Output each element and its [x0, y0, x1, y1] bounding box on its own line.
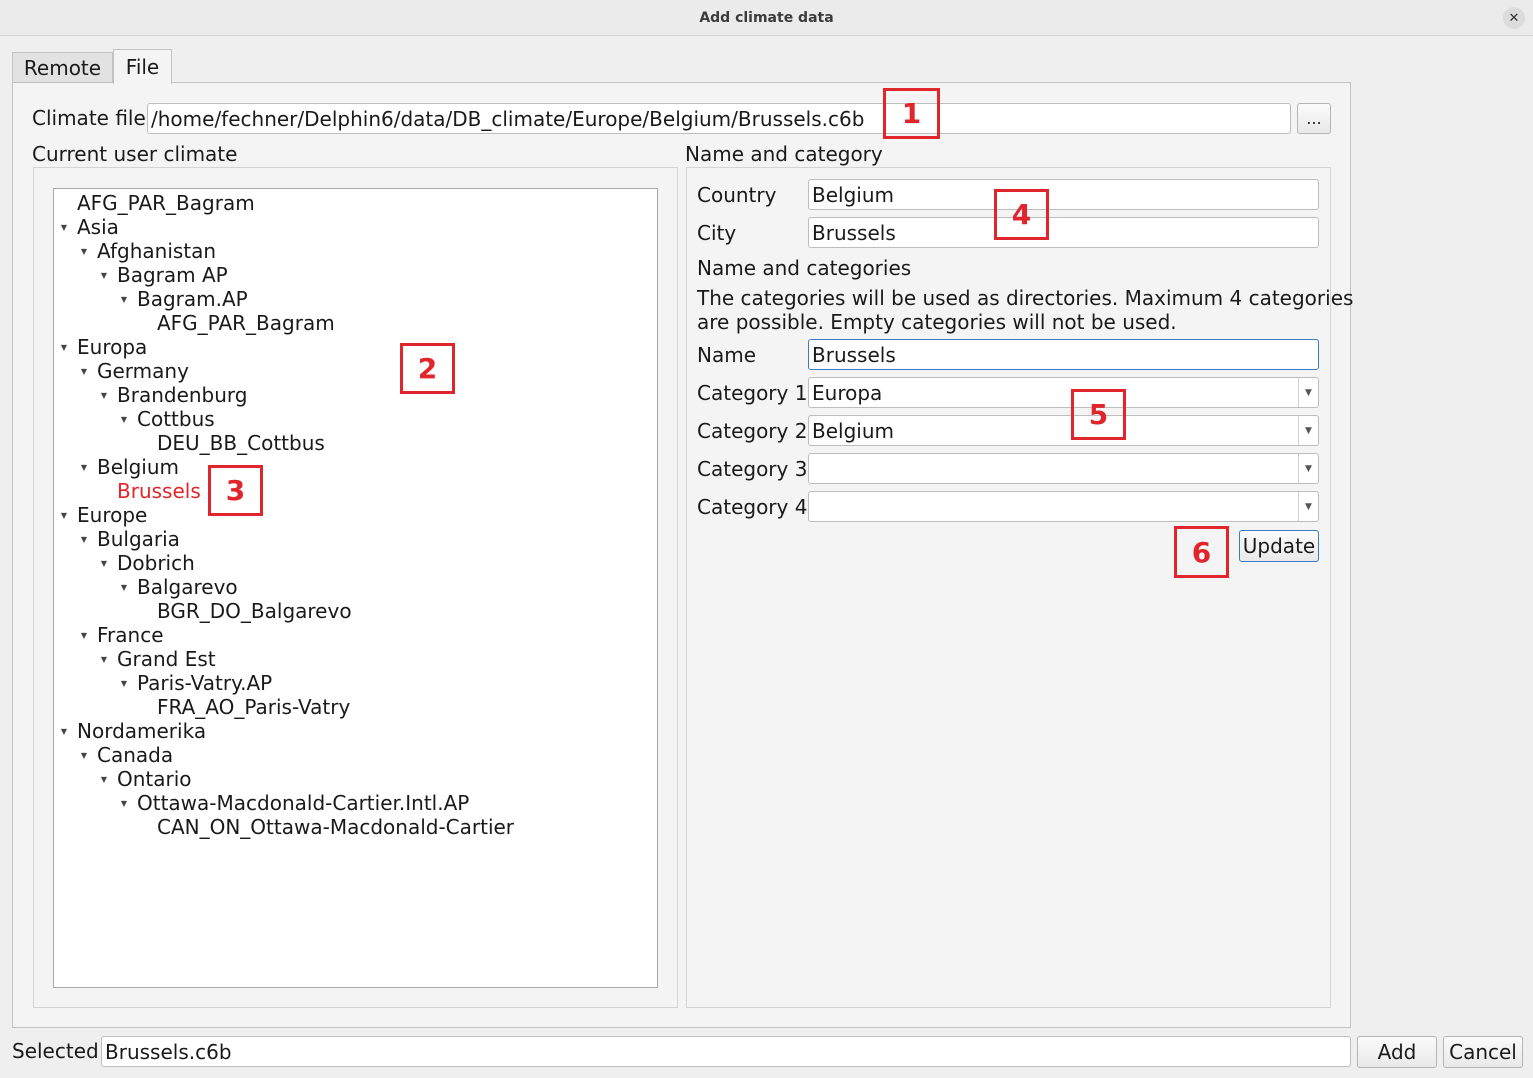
- tree-item-label: Nordamerika: [77, 719, 207, 743]
- city-label: City: [697, 221, 737, 245]
- country-label: Country: [697, 183, 777, 207]
- browse-button[interactable]: ...: [1297, 103, 1331, 134]
- tree-item-label: Bagram.AP: [137, 287, 248, 311]
- name-category-heading: Name and category: [685, 142, 883, 166]
- city-field[interactable]: Brussels: [808, 217, 1319, 248]
- tree-item-label: Canada: [97, 743, 174, 767]
- callout-4: 4: [994, 189, 1049, 240]
- chevron-down-icon[interactable]: ▼: [1298, 454, 1318, 483]
- chevron-down-icon[interactable]: ▼: [1298, 416, 1318, 445]
- selected-file-field[interactable]: Brussels.c6b: [101, 1036, 1351, 1067]
- name-field[interactable]: Brussels: [808, 339, 1319, 370]
- add-button[interactable]: Add: [1357, 1036, 1437, 1068]
- selected-label: Selected: [12, 1039, 99, 1063]
- tree-item-label: Dobrich: [117, 551, 195, 575]
- expand-arrow-icon[interactable]: ▼: [58, 511, 70, 520]
- tree-item-label: Grand Est: [117, 647, 216, 671]
- climate-file-input[interactable]: /home/fechner/Delphin6/data/DB_climate/E…: [147, 103, 1291, 134]
- description-line-1: The categories will be used as directori…: [697, 286, 1354, 310]
- callout-3: 3: [208, 465, 263, 516]
- expand-arrow-icon[interactable]: ▼: [98, 775, 110, 784]
- tree-item-label: Brandenburg: [117, 383, 248, 407]
- tree-item-label: CAN_ON_Ottawa-Macdonald-Cartier: [157, 815, 515, 839]
- update-button[interactable]: Update: [1239, 530, 1319, 562]
- tab-remote[interactable]: Remote: [12, 52, 113, 83]
- expand-arrow-icon[interactable]: ▼: [78, 631, 90, 640]
- climate-file-label: Climate file: [32, 106, 146, 130]
- expand-arrow-icon[interactable]: ▼: [118, 295, 130, 304]
- callout-5: 5: [1071, 389, 1126, 440]
- expand-arrow-icon[interactable]: ▼: [98, 271, 110, 280]
- tree-item-label: France: [97, 623, 164, 647]
- category-2-label: Category 2: [697, 419, 808, 443]
- expand-arrow-icon[interactable]: ▼: [78, 463, 90, 472]
- category-4-label: Category 4: [697, 495, 808, 519]
- tree-item-label: Cottbus: [137, 407, 215, 431]
- tree-item-label: Bagram AP: [117, 263, 228, 287]
- tab-file[interactable]: File: [113, 49, 172, 84]
- callout-6: 6: [1174, 526, 1229, 578]
- tree-item-label: Bulgaria: [97, 527, 180, 551]
- name-label: Name: [697, 343, 757, 367]
- expand-arrow-icon[interactable]: ▼: [78, 535, 90, 544]
- expand-arrow-icon[interactable]: ▼: [98, 559, 110, 568]
- chevron-down-icon[interactable]: ▼: [1298, 492, 1318, 521]
- category-2-select[interactable]: Belgium ▼: [808, 415, 1319, 446]
- tree-item-label: AFG_PAR_Bagram: [157, 311, 335, 335]
- categories-description: The categories will be used as directori…: [697, 286, 1354, 334]
- expand-arrow-icon[interactable]: ▼: [118, 679, 130, 688]
- expand-arrow-icon[interactable]: ▼: [78, 751, 90, 760]
- tree-item-label: Brussels: [117, 479, 201, 503]
- description-line-2: are possible. Empty categories will not …: [697, 310, 1177, 334]
- expand-arrow-icon[interactable]: ▼: [118, 583, 130, 592]
- category-3-select[interactable]: ▼: [808, 453, 1319, 484]
- category-3-label: Category 3: [697, 457, 808, 481]
- tree-item-label: DEU_BB_Cottbus: [157, 431, 325, 455]
- tree-item-label: Paris-Vatry.AP: [137, 671, 273, 695]
- title-bar: Add climate data ✕: [0, 0, 1533, 36]
- tree-item-label: Balgarevo: [137, 575, 238, 599]
- category-4-select[interactable]: ▼: [808, 491, 1319, 522]
- category-2-value: Belgium: [812, 418, 894, 443]
- callout-2: 2: [400, 343, 455, 394]
- expand-arrow-icon[interactable]: ▼: [58, 223, 70, 232]
- expand-arrow-icon[interactable]: ▼: [78, 367, 90, 376]
- country-field[interactable]: Belgium: [808, 179, 1319, 210]
- tree-item-label: FRA_AO_Paris-Vatry: [157, 695, 351, 719]
- tree-item-label: BGR_DO_Balgarevo: [157, 599, 352, 623]
- category-1-label: Category 1: [697, 381, 808, 405]
- name-categories-subheading: Name and categories: [697, 256, 912, 280]
- category-1-select[interactable]: Europa ▼: [808, 377, 1319, 408]
- tree-item-label: Afghanistan: [97, 239, 217, 263]
- tree-item-label: Germany: [97, 359, 189, 383]
- expand-arrow-icon[interactable]: ▼: [78, 247, 90, 256]
- cancel-button[interactable]: Cancel: [1443, 1036, 1523, 1068]
- current-user-climate-heading: Current user climate: [32, 142, 238, 166]
- expand-arrow-icon[interactable]: ▼: [98, 655, 110, 664]
- expand-arrow-icon[interactable]: ▼: [58, 727, 70, 736]
- tree-item-label: AFG_PAR_Bagram: [77, 191, 255, 215]
- close-icon[interactable]: ✕: [1503, 7, 1525, 29]
- window-title: Add climate data: [699, 9, 834, 26]
- callout-1: 1: [883, 88, 940, 139]
- expand-arrow-icon[interactable]: ▼: [118, 415, 130, 424]
- tree-item-label: Asia: [77, 215, 119, 239]
- tree-item-label: Ottawa-Macdonald-Cartier.Intl.AP: [137, 791, 470, 815]
- chevron-down-icon[interactable]: ▼: [1298, 378, 1318, 407]
- tree-item-label: Europa: [77, 335, 148, 359]
- expand-arrow-icon[interactable]: ▼: [98, 391, 110, 400]
- climate-tree[interactable]: AFG_PAR_Bagram ▼ Asia ▼ Afghanistan ▼ Bagram A…: [53, 188, 658, 988]
- expand-arrow-icon[interactable]: ▼: [118, 799, 130, 808]
- expand-arrow-icon[interactable]: ▼: [58, 343, 70, 352]
- tree-item-label: Europe: [77, 503, 148, 527]
- tree-item-label: Ontario: [117, 767, 192, 791]
- category-1-value: Europa: [812, 380, 883, 405]
- tree-item-label: Belgium: [97, 455, 179, 479]
